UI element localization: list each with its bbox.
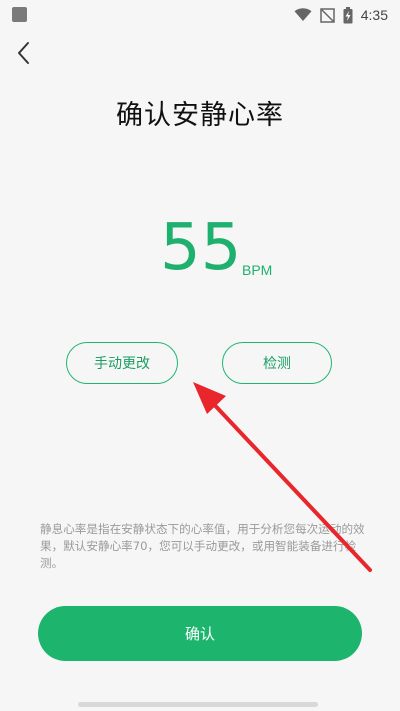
no-signal-icon xyxy=(320,7,335,23)
resting-hr-description: 静息心率是指在安静状态下的心率值，用于分析您每次运动的效果，默认安静心率70，您… xyxy=(40,522,365,570)
detect-button[interactable]: 检测 xyxy=(222,342,332,384)
chevron-left-icon xyxy=(18,42,29,64)
confirm-button[interactable]: 确认 xyxy=(38,606,362,661)
home-indicator xyxy=(78,702,318,707)
status-icons: 4:35 xyxy=(294,4,388,26)
page-title: 确认安静心率 xyxy=(116,100,284,131)
status-time: 4:35 xyxy=(360,7,388,23)
heart-rate-unit: BPM xyxy=(242,262,273,278)
status-bar: 4:35 xyxy=(0,0,400,32)
wifi-icon xyxy=(294,8,312,21)
manual-change-button[interactable]: 手动更改 xyxy=(66,342,178,384)
heart-rate-value: 55 xyxy=(160,211,242,285)
screen: 4:35 确认安静心率 55 BPM 手动更改 检测 静息心率是指在安静状态下的… xyxy=(0,0,400,711)
battery-charging-icon xyxy=(343,6,353,23)
back-button[interactable] xyxy=(14,40,36,66)
notification-icon xyxy=(12,7,27,22)
